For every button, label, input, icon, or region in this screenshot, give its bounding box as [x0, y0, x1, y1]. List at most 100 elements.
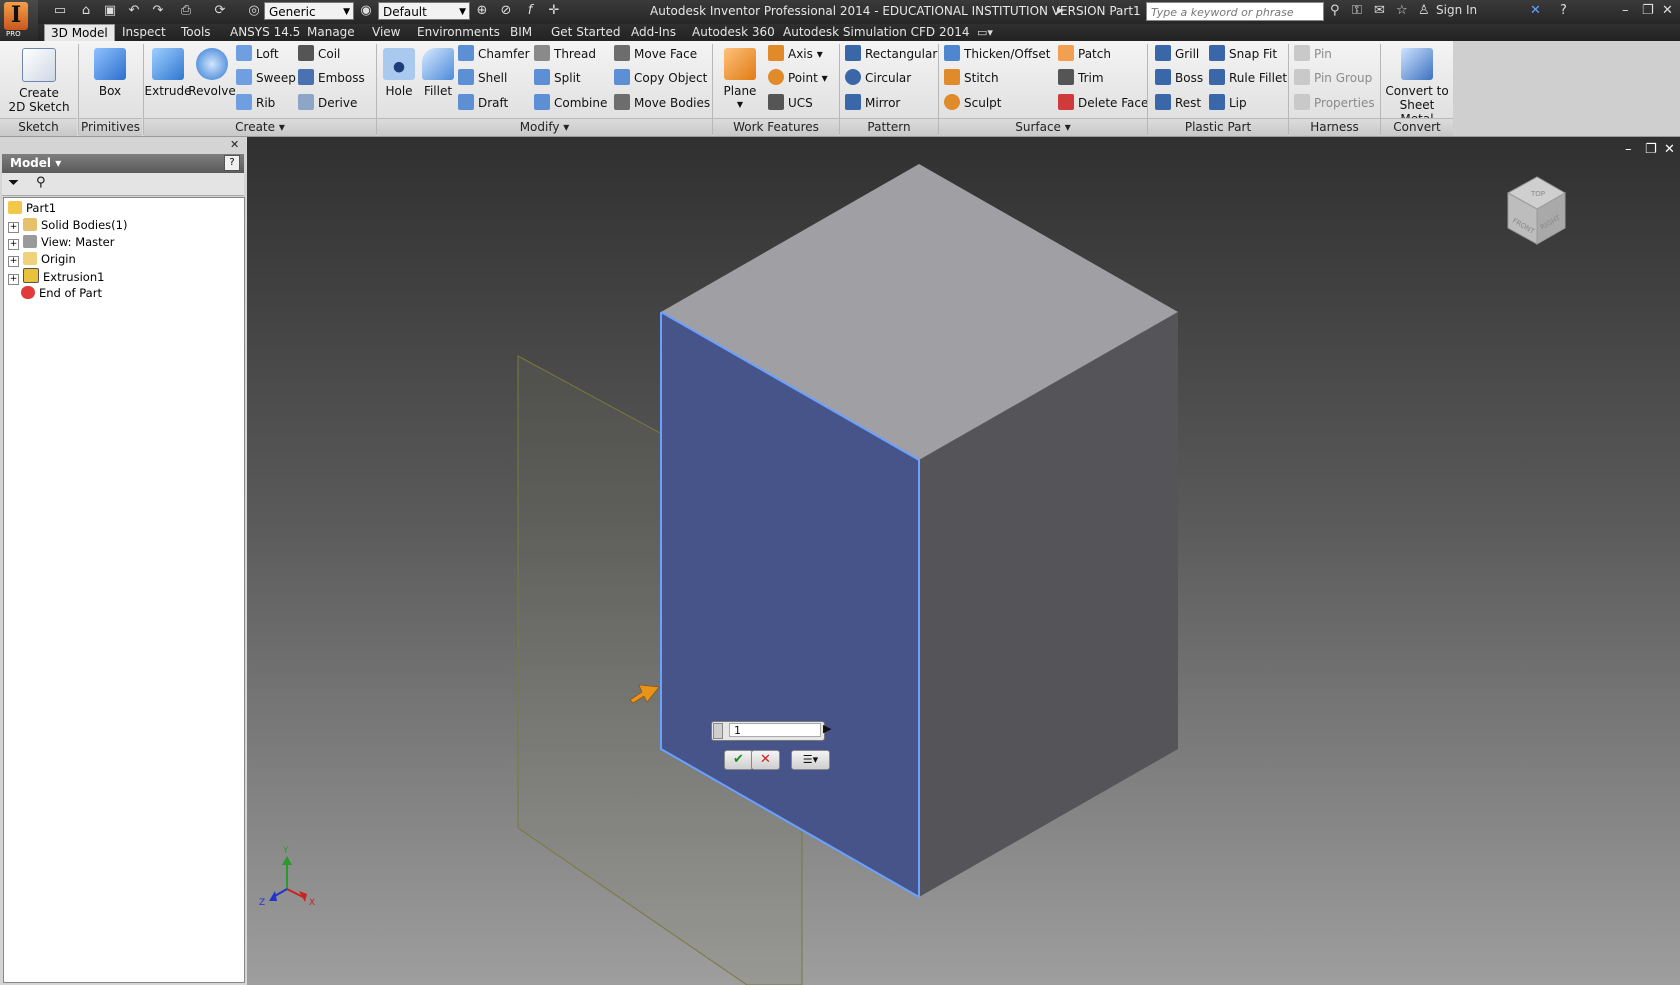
create-panel-label[interactable]: Create ▾: [144, 118, 376, 136]
tab-tools[interactable]: Tools: [175, 24, 217, 41]
print-icon[interactable]: ⎙: [178, 3, 194, 19]
appearance-icon[interactable]: ◉: [358, 3, 374, 19]
tab-bim[interactable]: BIM: [504, 24, 538, 41]
tab-autodesk-360[interactable]: Autodesk 360: [686, 24, 781, 41]
minimize-icon[interactable]: –: [1622, 3, 1629, 18]
hole-button[interactable]: Hole: [380, 48, 418, 98]
drag-handle[interactable]: [713, 723, 723, 739]
help-search-input[interactable]: Type a keyword or phrase: [1146, 2, 1324, 21]
tab-get-started[interactable]: Get Started: [545, 24, 627, 41]
ucs-button[interactable]: UCS: [768, 93, 813, 113]
graphics-viewport[interactable]: TOP FRONT RIGHT Y X Z: [247, 137, 1680, 985]
boss-button[interactable]: Boss: [1155, 68, 1203, 88]
viewport-restore-icon[interactable]: ❐: [1645, 142, 1657, 157]
open-file-icon[interactable]: ⌂: [78, 3, 94, 19]
tree-node-solid-bodies[interactable]: + Solid Bodies(1): [8, 217, 127, 234]
shell-button[interactable]: Shell: [458, 68, 507, 88]
favorites-icon[interactable]: ☆: [1396, 3, 1408, 18]
create-2d-sketch-button[interactable]: Create 2D Sketch: [6, 48, 72, 114]
stitch-button[interactable]: Stitch: [944, 68, 999, 88]
apply-arrow-icon[interactable]: ▶: [823, 722, 831, 735]
tab-manage[interactable]: Manage: [301, 24, 361, 41]
new-file-icon[interactable]: ▭: [52, 3, 68, 19]
appearance-dropdown[interactable]: Default ▼: [378, 2, 470, 20]
loft-button[interactable]: Loft: [236, 44, 279, 64]
move-face-button[interactable]: Move Face: [614, 44, 697, 64]
parameters-icon[interactable]: f: [522, 3, 538, 19]
pin-group-button[interactable]: Pin Group: [1294, 68, 1372, 88]
tree-node-end-of-part[interactable]: End of Part: [21, 285, 102, 302]
rest-button[interactable]: Rest: [1155, 93, 1201, 113]
material-dropdown[interactable]: Generic ▼: [264, 2, 354, 20]
tab-simulation-cfd[interactable]: Autodesk Simulation CFD 2014: [777, 24, 976, 41]
tab-ansys[interactable]: ANSYS 14.5: [224, 24, 306, 41]
tab-inspect[interactable]: Inspect: [116, 24, 172, 41]
extrude-button[interactable]: Extrude: [144, 48, 192, 98]
snap-fit-button[interactable]: Snap Fit: [1209, 44, 1277, 64]
close-panel-icon[interactable]: ✕: [230, 138, 239, 151]
delete-face-button[interactable]: Delete Face: [1058, 93, 1148, 113]
plane-button[interactable]: Plane ▼: [718, 48, 762, 112]
coil-button[interactable]: Coil: [298, 44, 340, 64]
tab-environments[interactable]: Environments: [411, 24, 506, 41]
help-icon[interactable]: ?: [1560, 3, 1567, 18]
tab-view[interactable]: View: [366, 24, 406, 41]
subscription-icon[interactable]: ⚿: [1352, 3, 1362, 18]
thread-button[interactable]: Thread: [534, 44, 596, 64]
axis-button[interactable]: Axis ▾: [768, 44, 823, 64]
rectangular-pattern-button[interactable]: Rectangular: [845, 44, 937, 64]
tab-add-ins[interactable]: Add-Ins: [625, 24, 682, 41]
filter-icon[interactable]: ⏷: [8, 175, 19, 191]
chamfer-button[interactable]: Chamfer: [458, 44, 530, 64]
communication-icon[interactable]: ✉: [1374, 3, 1385, 18]
expand-icon[interactable]: +: [8, 222, 19, 233]
move-bodies-button[interactable]: Move Bodies: [614, 93, 710, 113]
offset-value-input[interactable]: 1: [729, 723, 821, 737]
viewport-minimize-icon[interactable]: –: [1625, 142, 1632, 157]
modify-panel-label[interactable]: Modify ▾: [377, 118, 712, 136]
save-icon[interactable]: ▣: [102, 3, 118, 19]
clear-appearance-icon[interactable]: ⊘: [498, 3, 514, 19]
draft-button[interactable]: Draft: [458, 93, 508, 113]
split-button[interactable]: Split: [534, 68, 581, 88]
viewport-close-icon[interactable]: ✕: [1664, 142, 1675, 157]
expand-icon[interactable]: +: [8, 256, 19, 267]
view-cube[interactable]: TOP FRONT RIGHT: [1506, 176, 1567, 245]
combine-button[interactable]: Combine: [534, 93, 607, 113]
tree-node-extrusion1[interactable]: + Extrusion1: [8, 268, 104, 285]
expand-icon[interactable]: +: [8, 274, 19, 285]
grill-button[interactable]: Grill: [1155, 44, 1199, 64]
browser-header[interactable]: Model ▾: [2, 154, 244, 173]
tab-3d-model[interactable]: 3D Model: [44, 24, 115, 42]
lip-button[interactable]: Lip: [1209, 93, 1247, 113]
close-window-icon[interactable]: ✕: [1662, 3, 1673, 18]
exchange-icon[interactable]: ✕: [1530, 3, 1541, 18]
restore-icon[interactable]: ❐: [1642, 3, 1654, 18]
tree-node-view-master[interactable]: + View: Master: [8, 234, 114, 251]
sculpt-button[interactable]: Sculpt: [944, 93, 1001, 113]
ok-button[interactable]: ✔: [724, 750, 753, 770]
rib-button[interactable]: Rib: [236, 93, 275, 113]
derive-button[interactable]: Derive: [298, 93, 357, 113]
properties-button[interactable]: Properties: [1294, 93, 1375, 113]
measure-icon[interactable]: ✛: [546, 3, 562, 19]
update-icon[interactable]: ⟳: [212, 3, 228, 19]
redo-icon[interactable]: ↷: [150, 3, 166, 19]
search-arrow-icon[interactable]: ▸: [1057, 3, 1064, 18]
revolve-button[interactable]: Revolve: [186, 48, 238, 98]
user-icon[interactable]: ♙: [1418, 3, 1430, 18]
select-icon[interactable]: ◎: [246, 3, 262, 19]
mirror-button[interactable]: Mirror: [845, 93, 900, 113]
convert-to-sheet-metal-button[interactable]: Convert to Sheet Metal: [1382, 48, 1452, 126]
application-menu-button[interactable]: I PRO: [0, 0, 38, 40]
circular-pattern-button[interactable]: Circular: [845, 68, 911, 88]
surface-panel-label[interactable]: Surface ▾: [939, 118, 1147, 136]
sweep-button[interactable]: Sweep: [236, 68, 296, 88]
tree-node-part1[interactable]: Part1: [8, 200, 56, 217]
pin-button[interactable]: Pin: [1294, 44, 1332, 64]
thicken-offset-button[interactable]: Thicken/Offset: [944, 44, 1050, 64]
cancel-button[interactable]: ✕: [751, 750, 780, 770]
find-icon[interactable]: ⚲: [36, 175, 46, 190]
copy-object-button[interactable]: Copy Object: [614, 68, 707, 88]
panel-toggle-icon[interactable]: ▭▾: [977, 26, 993, 39]
